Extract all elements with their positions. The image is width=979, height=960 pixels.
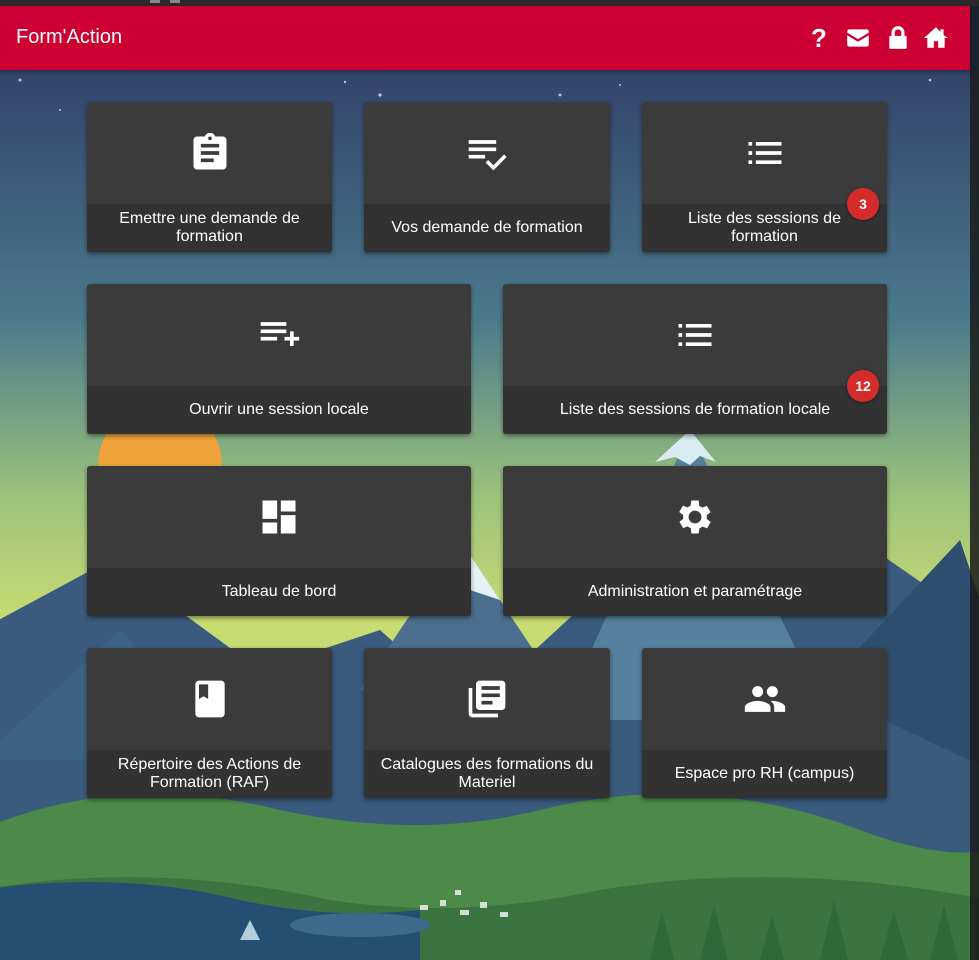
tile-vos-demandes[interactable]: Vos demande de formation [364, 102, 610, 252]
tile-liste-sessions-locale[interactable]: Liste des sessions de formation locale [503, 284, 887, 434]
home-icon[interactable] [922, 24, 950, 52]
tile-emettre-demande[interactable]: Emettre une demande de formation [87, 102, 332, 252]
tile-label: Catalogues des formations du Materiel [364, 750, 610, 798]
tile-label: Espace pro RH (campus) [642, 750, 887, 798]
list-check-icon [468, 140, 507, 171]
people-icon [744, 686, 785, 712]
tile-label: Tableau de bord [87, 568, 471, 616]
strip-mark [170, 0, 180, 3]
app-title[interactable]: Form'Action [16, 26, 122, 49]
clipboard-icon [193, 132, 226, 170]
notification-badge: 12 [847, 370, 879, 402]
list-icon [678, 324, 712, 346]
tile-catalogues[interactable]: Catalogues des formations du Materiel [364, 648, 610, 798]
tile-label: Administration et paramétrage [503, 568, 887, 616]
gear-icon [679, 500, 711, 534]
tile-ouvrir-session[interactable]: Ouvrir une session locale [87, 284, 471, 434]
tile-label: Emettre une demande de formation [87, 204, 332, 252]
list-icon [748, 142, 781, 164]
tile-repertoire-raf[interactable]: Répertoire des Actions de Formation (RAF… [87, 648, 332, 798]
help-icon[interactable]: ? [805, 24, 833, 52]
mail-icon[interactable] [844, 24, 872, 52]
dashboard-icon [262, 500, 296, 534]
book-icon [194, 680, 225, 718]
lock-icon[interactable] [884, 24, 912, 52]
playlist-add-icon [260, 322, 300, 346]
tile-label: Liste des sessions de formation locale [503, 386, 887, 434]
app-header: Form'Action ? [0, 6, 970, 70]
notification-badge: 3 [847, 188, 879, 220]
tile-liste-sessions[interactable]: Liste des sessions de formation [642, 102, 887, 252]
tile-espace-pro-rh[interactable]: Espace pro RH (campus) [642, 648, 887, 798]
tile-administration[interactable]: Administration et paramétrage [503, 466, 887, 616]
tile-tableau-de-bord[interactable]: Tableau de bord [87, 466, 471, 616]
tile-label: Répertoire des Actions de Formation (RAF… [87, 750, 332, 798]
library-books-icon [468, 680, 506, 718]
scrollbar[interactable] [970, 70, 979, 960]
tile-label: Ouvrir une session locale [87, 386, 471, 434]
strip-mark [150, 0, 160, 3]
tile-label: Vos demande de formation [364, 204, 610, 252]
help-symbol: ? [811, 23, 827, 53]
